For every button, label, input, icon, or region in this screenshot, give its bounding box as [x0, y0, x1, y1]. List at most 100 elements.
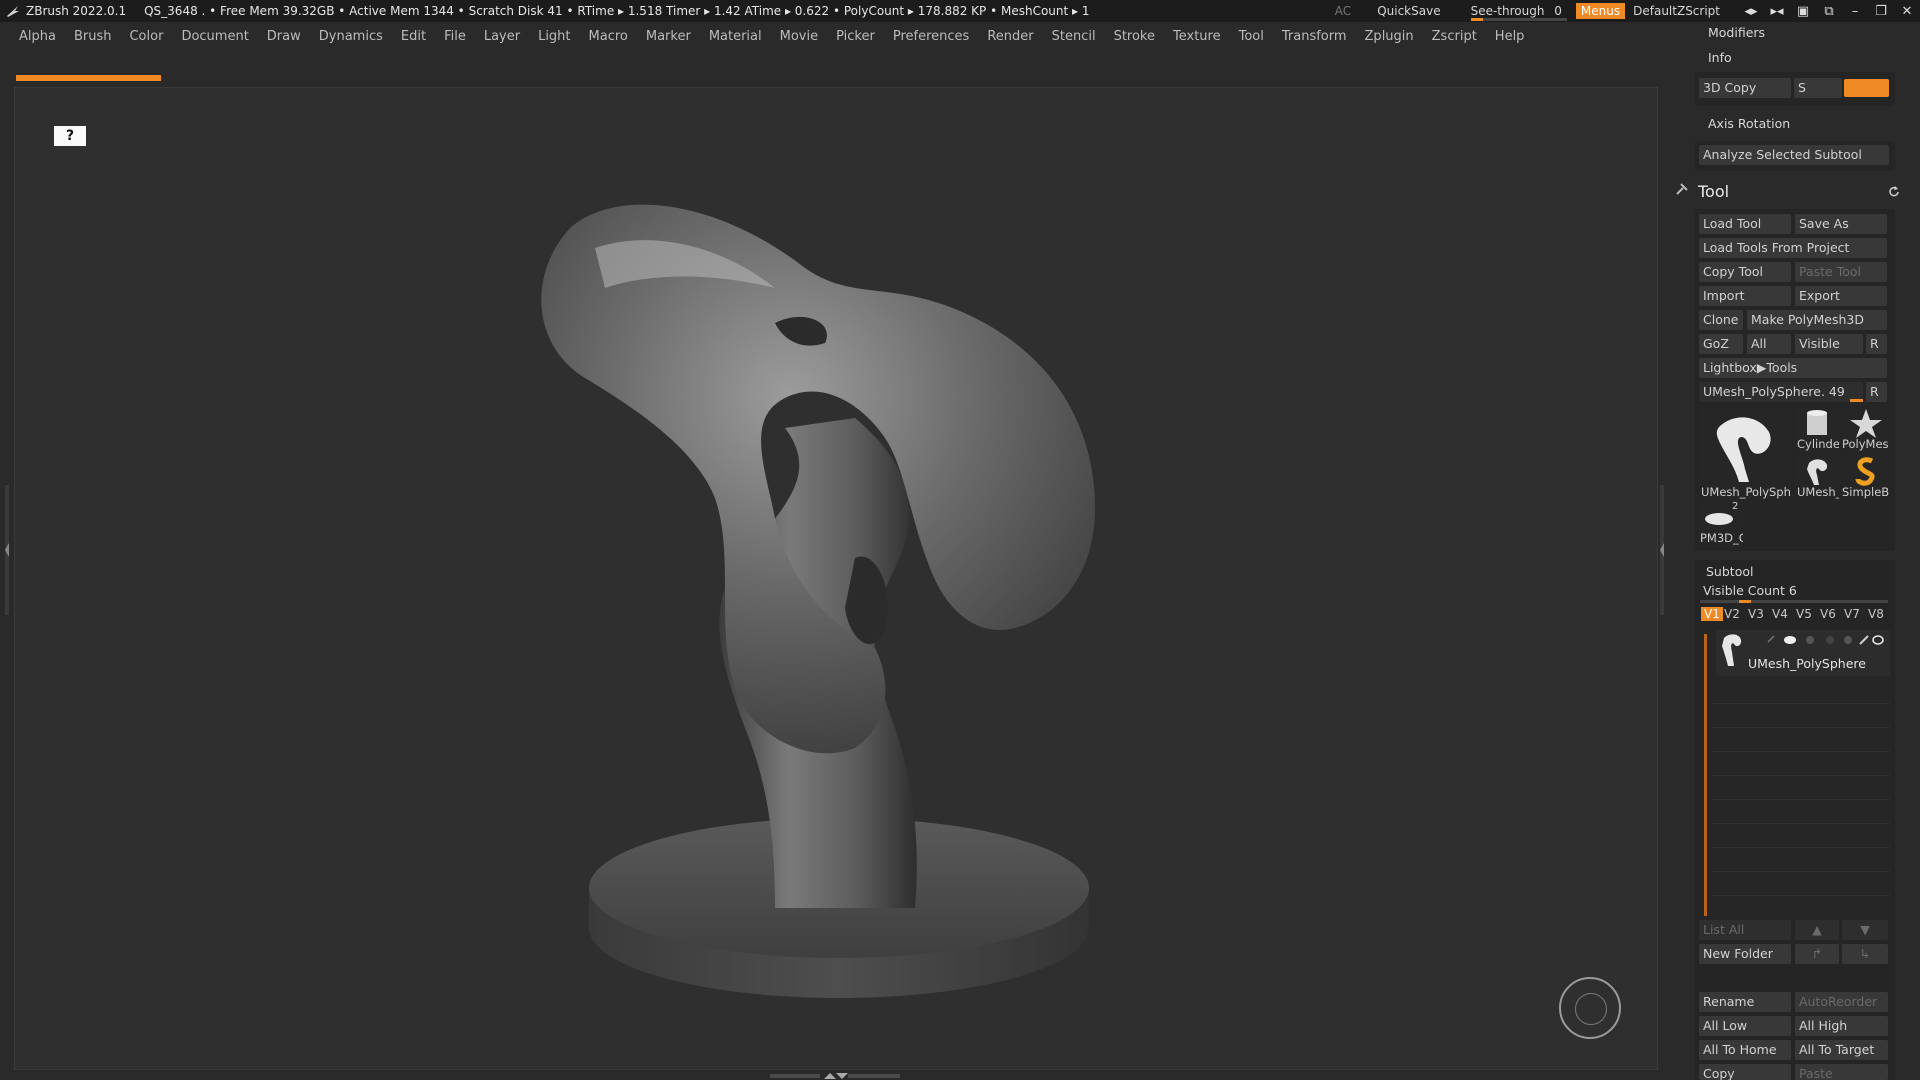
subtool-visibility-tab-v5[interactable]: V5 — [1796, 607, 1812, 621]
menu-preferences[interactable]: Preferences — [884, 29, 978, 44]
goz-all-button[interactable]: All — [1747, 334, 1791, 354]
visible-count-label[interactable]: Visible Count 6 — [1703, 583, 1797, 598]
menu-movie[interactable]: Movie — [771, 29, 827, 44]
goz-r-button[interactable]: R — [1866, 334, 1887, 354]
menu-document[interactable]: Document — [172, 29, 257, 44]
folder-out-icon[interactable]: ↳ — [1842, 944, 1888, 964]
menu-zplugin[interactable]: Zplugin — [1356, 29, 1423, 44]
all-low-button[interactable]: All Low — [1699, 1016, 1791, 1036]
menu-color[interactable]: Color — [120, 29, 172, 44]
subtool-item[interactable]: UMesh_PolySphere — [1716, 630, 1890, 676]
copy3d-button[interactable]: 3D Copy — [1699, 78, 1791, 98]
sculpt-model[interactable] — [15, 88, 1657, 1069]
left-tray-handle[interactable] — [4, 485, 10, 615]
axis-rotation-label[interactable]: Axis Rotation — [1708, 116, 1790, 131]
restore-icon[interactable]: ❐ — [1868, 4, 1894, 19]
menu-render[interactable]: Render — [978, 29, 1042, 44]
visible-count-track[interactable] — [1700, 600, 1888, 603]
paste-button[interactable]: Paste — [1795, 1064, 1888, 1080]
menu-picker[interactable]: Picker — [827, 29, 884, 44]
menu-draw[interactable]: Draw — [258, 29, 310, 44]
subtool-visibility-tab-v7[interactable]: V7 — [1844, 607, 1860, 621]
ac-label[interactable]: AC — [1335, 4, 1351, 18]
tool-thumb-pm3d[interactable]: 2 PM3D_C — [1699, 501, 1743, 547]
tool-thumb-polymesh[interactable]: PolyMes — [1842, 407, 1890, 451]
subtool-visibility-tab-v4[interactable]: V4 — [1772, 607, 1788, 621]
menu-light[interactable]: Light — [529, 29, 579, 44]
all-to-target-button[interactable]: All To Target — [1795, 1040, 1888, 1060]
menu-macro[interactable]: Macro — [580, 29, 637, 44]
menu-alpha[interactable]: Alpha — [0, 29, 65, 44]
document-flag-icon[interactable]: ? — [54, 126, 86, 146]
menu-marker[interactable]: Marker — [637, 29, 700, 44]
goz-visible-button[interactable]: Visible — [1795, 334, 1863, 354]
subtool-title[interactable]: Subtool — [1706, 564, 1753, 579]
navigation-gizmo[interactable] — [1559, 977, 1621, 1039]
all-high-button[interactable]: All High — [1795, 1016, 1888, 1036]
copy-tool-button[interactable]: Copy Tool — [1699, 262, 1791, 282]
subtool-visibility-tab-v8[interactable]: V8 — [1868, 607, 1884, 621]
load-tool-button[interactable]: Load Tool — [1699, 214, 1791, 234]
export-button[interactable]: Export — [1795, 286, 1887, 306]
subtool-list-scrollbar[interactable] — [1704, 634, 1707, 916]
menu-brush[interactable]: Brush — [65, 29, 121, 44]
modifiers-label[interactable]: Modifiers — [1708, 25, 1765, 40]
menu-file[interactable]: File — [435, 29, 475, 44]
current-tool-slider[interactable]: UMesh_PolySphere. 49 — [1699, 382, 1863, 402]
subtool-visibility-tab-v3[interactable]: V3 — [1748, 607, 1764, 621]
tool-thumb-umesh-small[interactable]: UMesh_ — [1795, 455, 1839, 499]
rename-button[interactable]: Rename — [1699, 992, 1791, 1012]
see-through-slider[interactable]: See-through 0 — [1470, 4, 1567, 21]
tool-thumb-simplebrush[interactable]: SimpleB — [1842, 455, 1890, 499]
folder-in-icon[interactable]: ↱ — [1795, 944, 1839, 964]
list-all-button[interactable]: List All — [1699, 920, 1791, 940]
menu-dynamics[interactable]: Dynamics — [310, 29, 392, 44]
current-tool-r-button[interactable]: R — [1866, 382, 1887, 402]
swap-icon[interactable]: ⧉ — [1816, 4, 1842, 19]
layout-icon[interactable]: ▣ — [1790, 4, 1816, 19]
document-canvas[interactable] — [14, 87, 1658, 1070]
make-polymesh-button[interactable]: Make PolyMesh3D — [1747, 310, 1887, 330]
quicksave-button[interactable]: QuickSave — [1377, 4, 1440, 18]
subtool-toggle-icons[interactable] — [1764, 634, 1884, 646]
subtool-visibility-tab-v1[interactable]: V1 — [1701, 607, 1723, 621]
menu-stroke[interactable]: Stroke — [1105, 29, 1164, 44]
shrink-icon[interactable]: ◂▸ — [1738, 4, 1764, 19]
right-tray-handle[interactable] — [1658, 485, 1666, 615]
analyze-subtool-button[interactable]: Analyze Selected Subtool — [1699, 145, 1889, 165]
menu-help[interactable]: Help — [1486, 29, 1534, 44]
menus-button[interactable]: Menus — [1575, 3, 1626, 19]
goz-button[interactable]: GoZ — [1699, 334, 1743, 354]
copy3d-value-input[interactable] — [1844, 79, 1889, 97]
subtool-visibility-tab-v6[interactable]: V6 — [1820, 607, 1836, 621]
tool-palette-title[interactable]: Tool — [1698, 182, 1729, 201]
expand-icon[interactable]: ▸◂ — [1764, 4, 1790, 19]
new-folder-button[interactable]: New Folder — [1699, 944, 1791, 964]
menu-texture[interactable]: Texture — [1164, 29, 1230, 44]
paste-tool-button[interactable]: Paste Tool — [1795, 262, 1887, 282]
copy-button[interactable]: Copy — [1699, 1064, 1791, 1080]
clone-button[interactable]: Clone — [1699, 310, 1743, 330]
move-down-icon[interactable]: ▼ — [1842, 920, 1888, 940]
menu-layer[interactable]: Layer — [475, 29, 529, 44]
subtool-visibility-tab-v2[interactable]: V2 — [1724, 607, 1740, 621]
minimize-icon[interactable]: – — [1842, 4, 1868, 19]
tool-pin-icon[interactable] — [1674, 181, 1690, 197]
autoreorder-button[interactable]: AutoReorder — [1795, 992, 1888, 1012]
menu-edit[interactable]: Edit — [392, 29, 435, 44]
tool-thumb-cylinder[interactable]: Cylinder — [1795, 407, 1839, 451]
copy3d-s-button[interactable]: S — [1794, 78, 1842, 98]
save-as-button[interactable]: Save As — [1795, 214, 1887, 234]
move-up-icon[interactable]: ▲ — [1795, 920, 1839, 940]
all-to-home-button[interactable]: All To Home — [1699, 1040, 1791, 1060]
menu-stencil[interactable]: Stencil — [1043, 29, 1105, 44]
menu-material[interactable]: Material — [700, 29, 771, 44]
menu-transform[interactable]: Transform — [1273, 29, 1356, 44]
reset-icon[interactable] — [1888, 185, 1900, 197]
script-label[interactable]: DefaultZScript — [1633, 4, 1720, 18]
import-button[interactable]: Import — [1699, 286, 1791, 306]
tool-thumb-umesh-large[interactable]: UMesh_PolySphe — [1699, 407, 1791, 499]
close-icon[interactable]: ✕ — [1894, 4, 1920, 19]
bottom-tray-handle[interactable] — [770, 1071, 900, 1080]
menu-zscript[interactable]: Zscript — [1423, 29, 1486, 44]
